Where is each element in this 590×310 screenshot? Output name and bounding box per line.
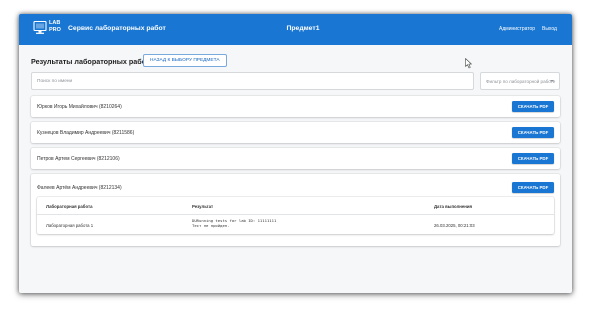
logo-line-1: LAB (49, 20, 61, 26)
chevron-down-icon (550, 80, 554, 82)
search-placeholder: Поиск по имени (37, 79, 73, 84)
filter-placeholder: Фильтр по лабораторной работе (486, 79, 556, 84)
subject-title: Предмет1 (286, 25, 320, 32)
app-title: Сервис лабораторных работ (68, 25, 166, 32)
screenshot-stage: LAB PRO Сервис лабораторных работ Предме… (0, 0, 590, 310)
download-pdf-button[interactable]: СКАЧАТЬ PDF (512, 153, 554, 164)
download-pdf-button[interactable]: СКАЧАТЬ PDF (512, 127, 554, 138)
student-name: Петров Артем Сергеевич (8212106) (37, 156, 120, 162)
page-title: Результаты лабораторных работ (31, 57, 150, 66)
download-pdf-button[interactable]: СКАЧАТЬ PDF (512, 101, 554, 112)
result-line-2: Тест не пройден. (192, 223, 230, 228)
student-name: Юрков Игорь Михайлович (8210264) (37, 104, 122, 110)
student-card: Юрков Игорь Михайлович (8210264) СКАЧАТЬ… (31, 96, 560, 117)
logo-text: LAB PRO (49, 20, 61, 33)
student-card: Кузнецов Владимир Андреевич (8211586) СК… (31, 122, 560, 143)
download-pdf-button[interactable]: СКАЧАТЬ PDF (512, 182, 554, 193)
app-bar: LAB PRO Сервис лабораторных работ Предме… (19, 14, 572, 45)
student-name: Фалеев Артём Андреевич (8212134) (37, 185, 122, 191)
logout-link[interactable]: Выход (542, 26, 557, 32)
logo-line-2: PRO (49, 26, 61, 33)
table-divider (37, 214, 554, 215)
browser-window: LAB PRO Сервис лабораторных работ Предме… (19, 14, 572, 293)
cell-date: 26.03.2025, 00:21:03 (434, 223, 475, 228)
back-to-subjects-button[interactable]: НАЗАД К ВЫБОРУ ПРЕДМЕТА (143, 54, 227, 67)
mouse-pointer-icon (465, 58, 472, 69)
cell-lab-name: Лабораторная работа 1 (46, 223, 94, 228)
lab-filter-select[interactable]: Фильтр по лабораторной работе (480, 72, 560, 90)
cell-result: DURunning tests for lab ID: 11111111 Тес… (192, 218, 276, 228)
results-table: Лабораторная работа Результат Дата выпол… (37, 197, 554, 234)
column-header-result: Результат (192, 204, 214, 209)
column-header-lab: Лабораторная работа (46, 204, 93, 209)
student-card: Петров Артем Сергеевич (8212106) СКАЧАТЬ… (31, 148, 560, 169)
admin-link[interactable]: Администратор (499, 26, 535, 32)
column-header-date: Дата выполнения (434, 204, 473, 209)
student-name: Кузнецов Владимир Андреевич (8211586) (37, 130, 135, 136)
student-card-expanded: Фалеев Артём Андреевич (8212134) СКАЧАТЬ… (31, 174, 560, 246)
search-input[interactable]: Поиск по имени (31, 72, 474, 90)
